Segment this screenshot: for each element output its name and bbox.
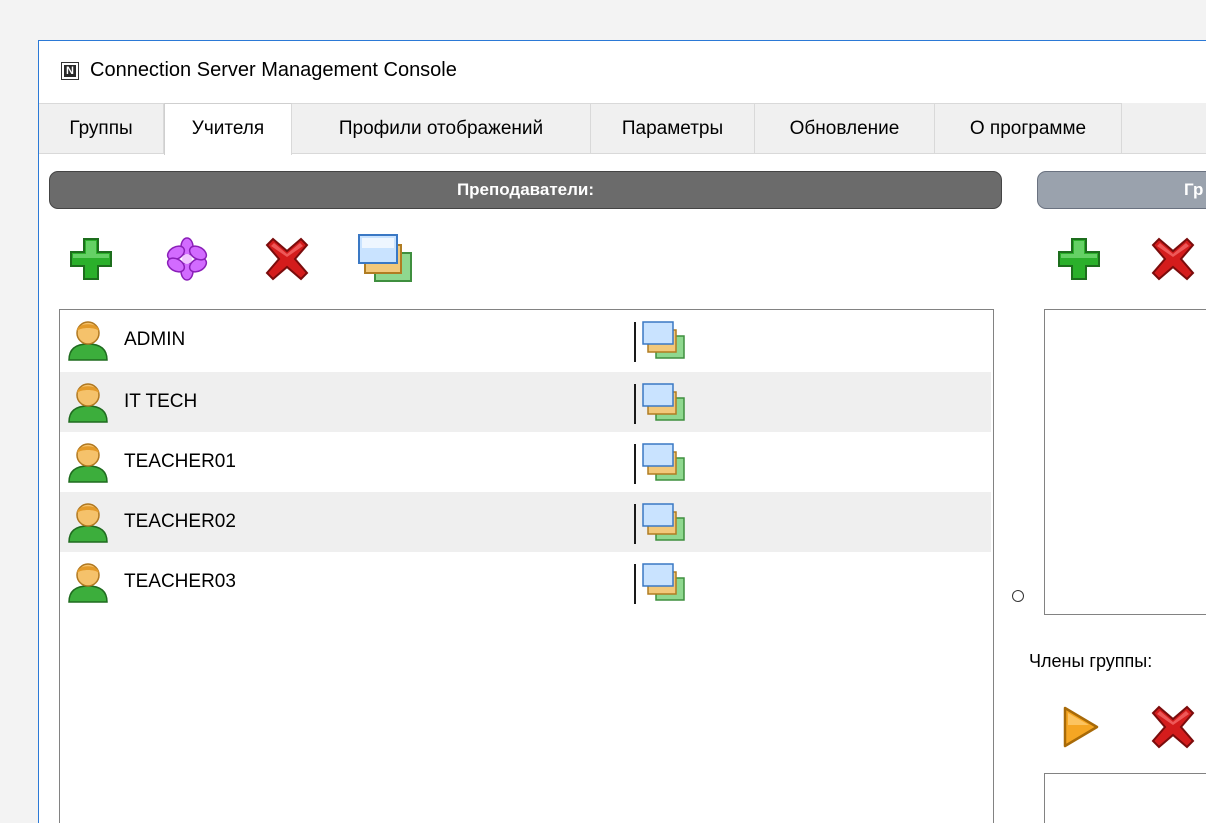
column-separator[interactable] <box>634 504 636 544</box>
column-separator[interactable] <box>634 564 636 604</box>
user-icon <box>67 440 109 484</box>
display-profile-icon[interactable] <box>642 382 686 422</box>
table-row[interactable]: TEACHER02 <box>60 492 991 552</box>
groups-header: Гр <box>1037 171 1206 209</box>
delete-group-button[interactable] <box>1149 235 1197 283</box>
add-teacher-button[interactable] <box>67 235 115 283</box>
user-icon <box>67 318 109 362</box>
edit-star-icon <box>166 237 208 281</box>
display-profile-icon <box>358 234 412 282</box>
teachers-header: Преподаватели: <box>49 171 1002 209</box>
teacher-name: TEACHER01 <box>124 451 236 472</box>
tab-about[interactable]: О программе <box>935 103 1122 153</box>
edit-teacher-button[interactable] <box>163 235 211 283</box>
tab-teachers[interactable]: Учителя <box>164 103 292 155</box>
add-member-button[interactable] <box>1055 703 1103 751</box>
table-row[interactable]: TEACHER03 <box>60 552 991 612</box>
tab-display-profiles[interactable]: Профили отображений <box>292 103 591 153</box>
user-icon <box>67 380 109 424</box>
teacher-name: IT TECH <box>124 391 198 412</box>
splitter-radio-handle[interactable] <box>1012 590 1024 602</box>
display-profile-icon[interactable] <box>642 562 686 602</box>
app-logo-letter: N <box>66 65 74 77</box>
tab-groups[interactable]: Группы <box>39 103 164 153</box>
add-group-button[interactable] <box>1055 235 1103 283</box>
group-members-list[interactable] <box>1044 773 1206 823</box>
teachers-list[interactable]: ADMIN IT TECH TEACHER01 TEACHER02 TEACHE… <box>59 309 994 823</box>
delete-teacher-button[interactable] <box>263 235 311 283</box>
play-icon <box>1063 706 1099 748</box>
remove-member-button[interactable] <box>1149 703 1197 751</box>
group-members-label: Члены группы: <box>1029 651 1153 671</box>
user-icon <box>67 500 109 544</box>
teacher-name: ADMIN <box>124 329 186 350</box>
groups-list[interactable] <box>1044 309 1206 615</box>
display-profile-icon[interactable] <box>642 320 686 360</box>
app-logo-icon: N <box>61 62 79 80</box>
delete-icon <box>1151 705 1195 749</box>
window-title: Connection Server Management Console <box>90 59 457 81</box>
delete-icon <box>1151 237 1195 281</box>
tab-strip: Группы Учителя Профили отображений Парам… <box>39 103 1206 155</box>
teacher-name: TEACHER02 <box>124 511 236 532</box>
table-row[interactable]: ADMIN <box>60 310 991 370</box>
display-profile-icon[interactable] <box>642 442 686 482</box>
main-window: N Connection Server Management Console Г… <box>38 40 1206 823</box>
tab-updates[interactable]: Обновление <box>755 103 935 153</box>
assign-profile-button[interactable] <box>357 231 415 285</box>
add-icon <box>70 238 112 280</box>
column-separator[interactable] <box>634 384 636 424</box>
teacher-name: TEACHER03 <box>124 571 236 592</box>
table-row[interactable]: IT TECH <box>60 372 991 432</box>
tab-settings[interactable]: Параметры <box>591 103 755 153</box>
add-icon <box>1058 238 1100 280</box>
delete-icon <box>265 237 309 281</box>
table-row[interactable]: TEACHER01 <box>60 432 991 492</box>
display-profile-icon[interactable] <box>642 502 686 542</box>
user-icon <box>67 560 109 604</box>
column-separator[interactable] <box>634 444 636 484</box>
title-bar: N Connection Server Management Console <box>39 41 1206 103</box>
column-separator[interactable] <box>634 322 636 362</box>
